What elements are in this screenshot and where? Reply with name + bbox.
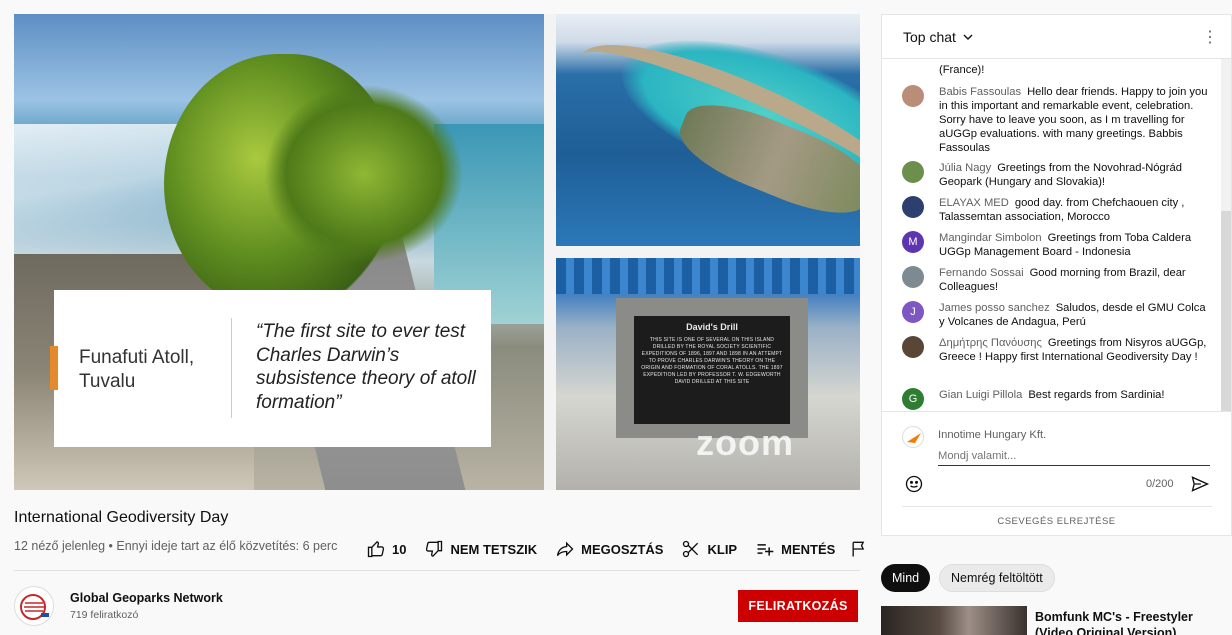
avatar[interactable] — [902, 85, 924, 107]
chat-author[interactable]: Babis Fassoulas — [939, 86, 1021, 98]
avatar[interactable] — [902, 266, 924, 288]
avatar[interactable]: G — [902, 388, 924, 410]
flag-icon — [852, 541, 865, 557]
chat-message: ELAYAX MED good day. from Chefchaouen cit… — [902, 196, 1212, 224]
video-meta: 12 néző jelenleg • Ennyi ideje tart az é… — [14, 539, 338, 553]
video-panel-road-photo: Funafuti Atoll, Tuvalu “The first site t… — [14, 14, 544, 490]
chat-message-partial: (France)! — [939, 64, 985, 76]
zoom-watermark: zoom — [696, 422, 794, 463]
playlist-add-icon — [757, 544, 774, 556]
current-user-name: Innotime Hungary Kft. — [938, 429, 1047, 441]
send-icon[interactable] — [1190, 474, 1210, 494]
save-button[interactable]: MENTÉS — [755, 539, 835, 559]
chat-message: Babis Fassoulas Hello dear friends. Happy… — [902, 85, 1212, 155]
avatar[interactable] — [902, 196, 924, 218]
avatar[interactable] — [902, 161, 924, 183]
chip-all[interactable]: Mind — [881, 564, 931, 592]
chevron-down-icon — [963, 34, 973, 40]
current-user-avatar — [902, 426, 924, 448]
video-panel-plaque-photo: David's Drill THIS SITE IS ONE OF SEVERA… — [556, 258, 860, 490]
video-player[interactable]: Funafuti Atoll, Tuvalu “The first site t… — [14, 14, 860, 490]
subscriber-count: 719 feliratkozó — [70, 609, 139, 621]
caption-place: Funafuti Atoll, Tuvalu — [79, 347, 195, 392]
caption-quote: “The first site to ever test Charles Dar… — [256, 321, 476, 413]
recommended-title[interactable]: Bomfunk MC's - Freestyler (Video Origina… — [1035, 609, 1225, 635]
share-icon — [556, 541, 574, 557]
chat-message-input[interactable] — [938, 446, 1210, 466]
action-bar: 10 NEM TETSZIK MEGOSZTÁS KLIP MENTÉS — [366, 537, 869, 561]
chat-text: Best regards from Sardinia! — [1028, 389, 1165, 401]
thumbs-up-icon — [367, 541, 385, 558]
char-counter: 0/200 — [1146, 478, 1174, 490]
chat-messages: (France)! Babis Fassoulas Hello dear frie… — [882, 59, 1217, 411]
channel-avatar[interactable] — [14, 586, 54, 626]
live-chat: Top chat ⋮ (France)! Babis Fassoulas Hell… — [881, 14, 1232, 536]
more-options-icon[interactable]: ⋮ — [1202, 27, 1218, 47]
page: Funafuti Atoll, Tuvalu “The first site t… — [0, 0, 1232, 635]
chat-author[interactable]: Júlia Nagy — [939, 162, 991, 174]
chat-scrollbar-thumb[interactable] — [1221, 211, 1231, 411]
chat-mode-dropdown[interactable]: Top chat — [903, 29, 974, 45]
scissors-icon — [683, 540, 699, 558]
dislike-button[interactable]: NEM TETSZIK — [424, 539, 537, 559]
chat-author[interactable]: Δημήτρης Πανόυσης — [939, 337, 1042, 349]
chat-message: Júlia Nagy Greetings from the Novohrad-Nó… — [902, 161, 1212, 189]
plaque: David's Drill THIS SITE IS ONE OF SEVERA… — [634, 316, 790, 424]
emoji-icon[interactable] — [904, 474, 924, 494]
thumbs-down-icon — [426, 540, 443, 557]
geopark-logo-icon — [20, 594, 49, 620]
divider — [14, 570, 860, 571]
avatar[interactable] — [902, 336, 924, 358]
subscribe-button[interactable]: FELIRATKOZÁS — [738, 590, 858, 622]
share-button[interactable]: MEGOSZTÁS — [555, 539, 663, 559]
chat-author[interactable]: Mangindar Simbolon — [939, 232, 1042, 244]
channel-name[interactable]: Global Geoparks Network — [70, 591, 223, 605]
hide-chat-button[interactable]: CSEVEGÉS ELREJTÉSE — [882, 516, 1231, 527]
like-count: 10 — [392, 541, 407, 557]
chat-author[interactable]: Gian Luigi Pillola — [939, 389, 1022, 401]
chat-author[interactable]: ELAYAX MED — [939, 197, 1009, 209]
avatar[interactable]: M — [902, 231, 924, 253]
like-button[interactable]: 10 — [366, 539, 406, 559]
chat-author[interactable]: Fernando Sossai — [939, 267, 1024, 279]
avatar[interactable]: J — [902, 301, 924, 323]
chat-input-area: Innotime Hungary Kft. 0/200 CSEVEGÉS ELR… — [882, 411, 1231, 537]
video-title: International Geodiversity Day — [14, 509, 229, 526]
chat-header: Top chat ⋮ — [882, 15, 1231, 59]
chat-author[interactable]: James posso sanchez — [939, 302, 1050, 314]
video-caption-box: Funafuti Atoll, Tuvalu “The first site t… — [50, 290, 491, 447]
chat-message: J James posso sanchez Saludos, desde el G… — [902, 301, 1212, 329]
chat-message: Δημήτρης Πανόυσης Greetings from Nisyros … — [902, 336, 1212, 364]
chat-message: Fernando Sossai Good morning from Brazil,… — [902, 266, 1212, 294]
chat-message: M Mangindar Simbolon Greetings from Toba … — [902, 231, 1212, 259]
clip-button[interactable]: KLIP — [681, 539, 737, 559]
innotime-logo-icon — [907, 433, 921, 443]
chip-recently-uploaded[interactable]: Nemrég feltöltött — [939, 564, 1055, 592]
report-button[interactable] — [849, 539, 869, 559]
recommended-thumbnail[interactable] — [881, 606, 1027, 635]
chat-message: G Gian Luigi Pillola Best regards from Sa… — [902, 388, 1212, 410]
video-panel-atoll-aerial — [556, 14, 860, 246]
